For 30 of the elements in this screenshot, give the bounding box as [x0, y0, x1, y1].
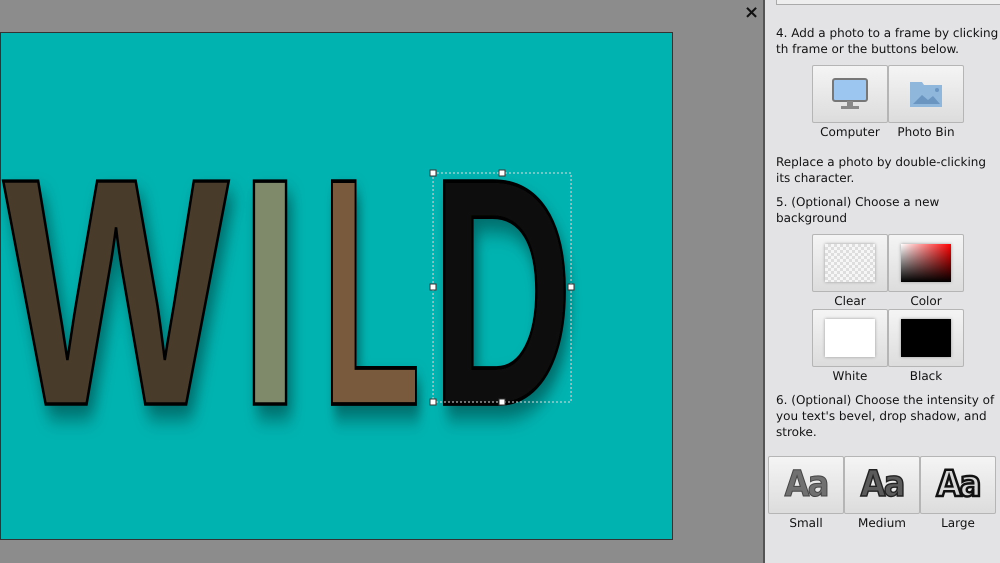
photo-letter[interactable]: D	[431, 110, 574, 473]
button-label: Large	[941, 516, 975, 531]
photo-letter[interactable]: W	[3, 112, 229, 474]
text-style-sample: Aa	[860, 467, 904, 503]
swatch-icon	[825, 319, 875, 357]
swatch-icon	[901, 319, 951, 357]
button-label: Small	[789, 516, 823, 531]
selection-frame[interactable]	[430, 170, 574, 406]
button-label: Photo Bin	[897, 125, 955, 140]
gradient-swatch-icon	[901, 244, 951, 282]
intensity-button[interactable]: Aa	[768, 456, 844, 514]
intensity-button[interactable]: Aa	[920, 456, 996, 514]
button-label: Black	[910, 369, 942, 384]
button-label: White	[832, 369, 868, 384]
instruction-text: 4. Add a photo to a frame by clicking th frame or the buttons below.	[776, 25, 1000, 57]
instruction-text: Replace a photo by double-clicking its character.	[776, 154, 988, 186]
button-label: Color	[910, 294, 942, 309]
instruction-text: 5. (Optional) Choose a new background	[776, 194, 940, 226]
instruction-text: 6. (Optional) Choose the intensity of you text's bevel, drop shadow, and stroke.	[776, 392, 996, 440]
button-label: Computer	[820, 125, 880, 140]
photo-source-button[interactable]	[812, 65, 888, 123]
text-style-sample: Aa	[936, 467, 980, 503]
text-style-sample: Aa	[784, 467, 828, 503]
photo-letter[interactable]: L	[321, 112, 421, 474]
checker-swatch-icon	[825, 244, 875, 282]
button-label: Clear	[834, 294, 866, 309]
photo-source-button[interactable]	[888, 65, 964, 123]
intensity-button[interactable]: Aa	[844, 456, 920, 514]
monitor-icon	[830, 76, 870, 112]
button-label: Medium	[858, 516, 906, 531]
